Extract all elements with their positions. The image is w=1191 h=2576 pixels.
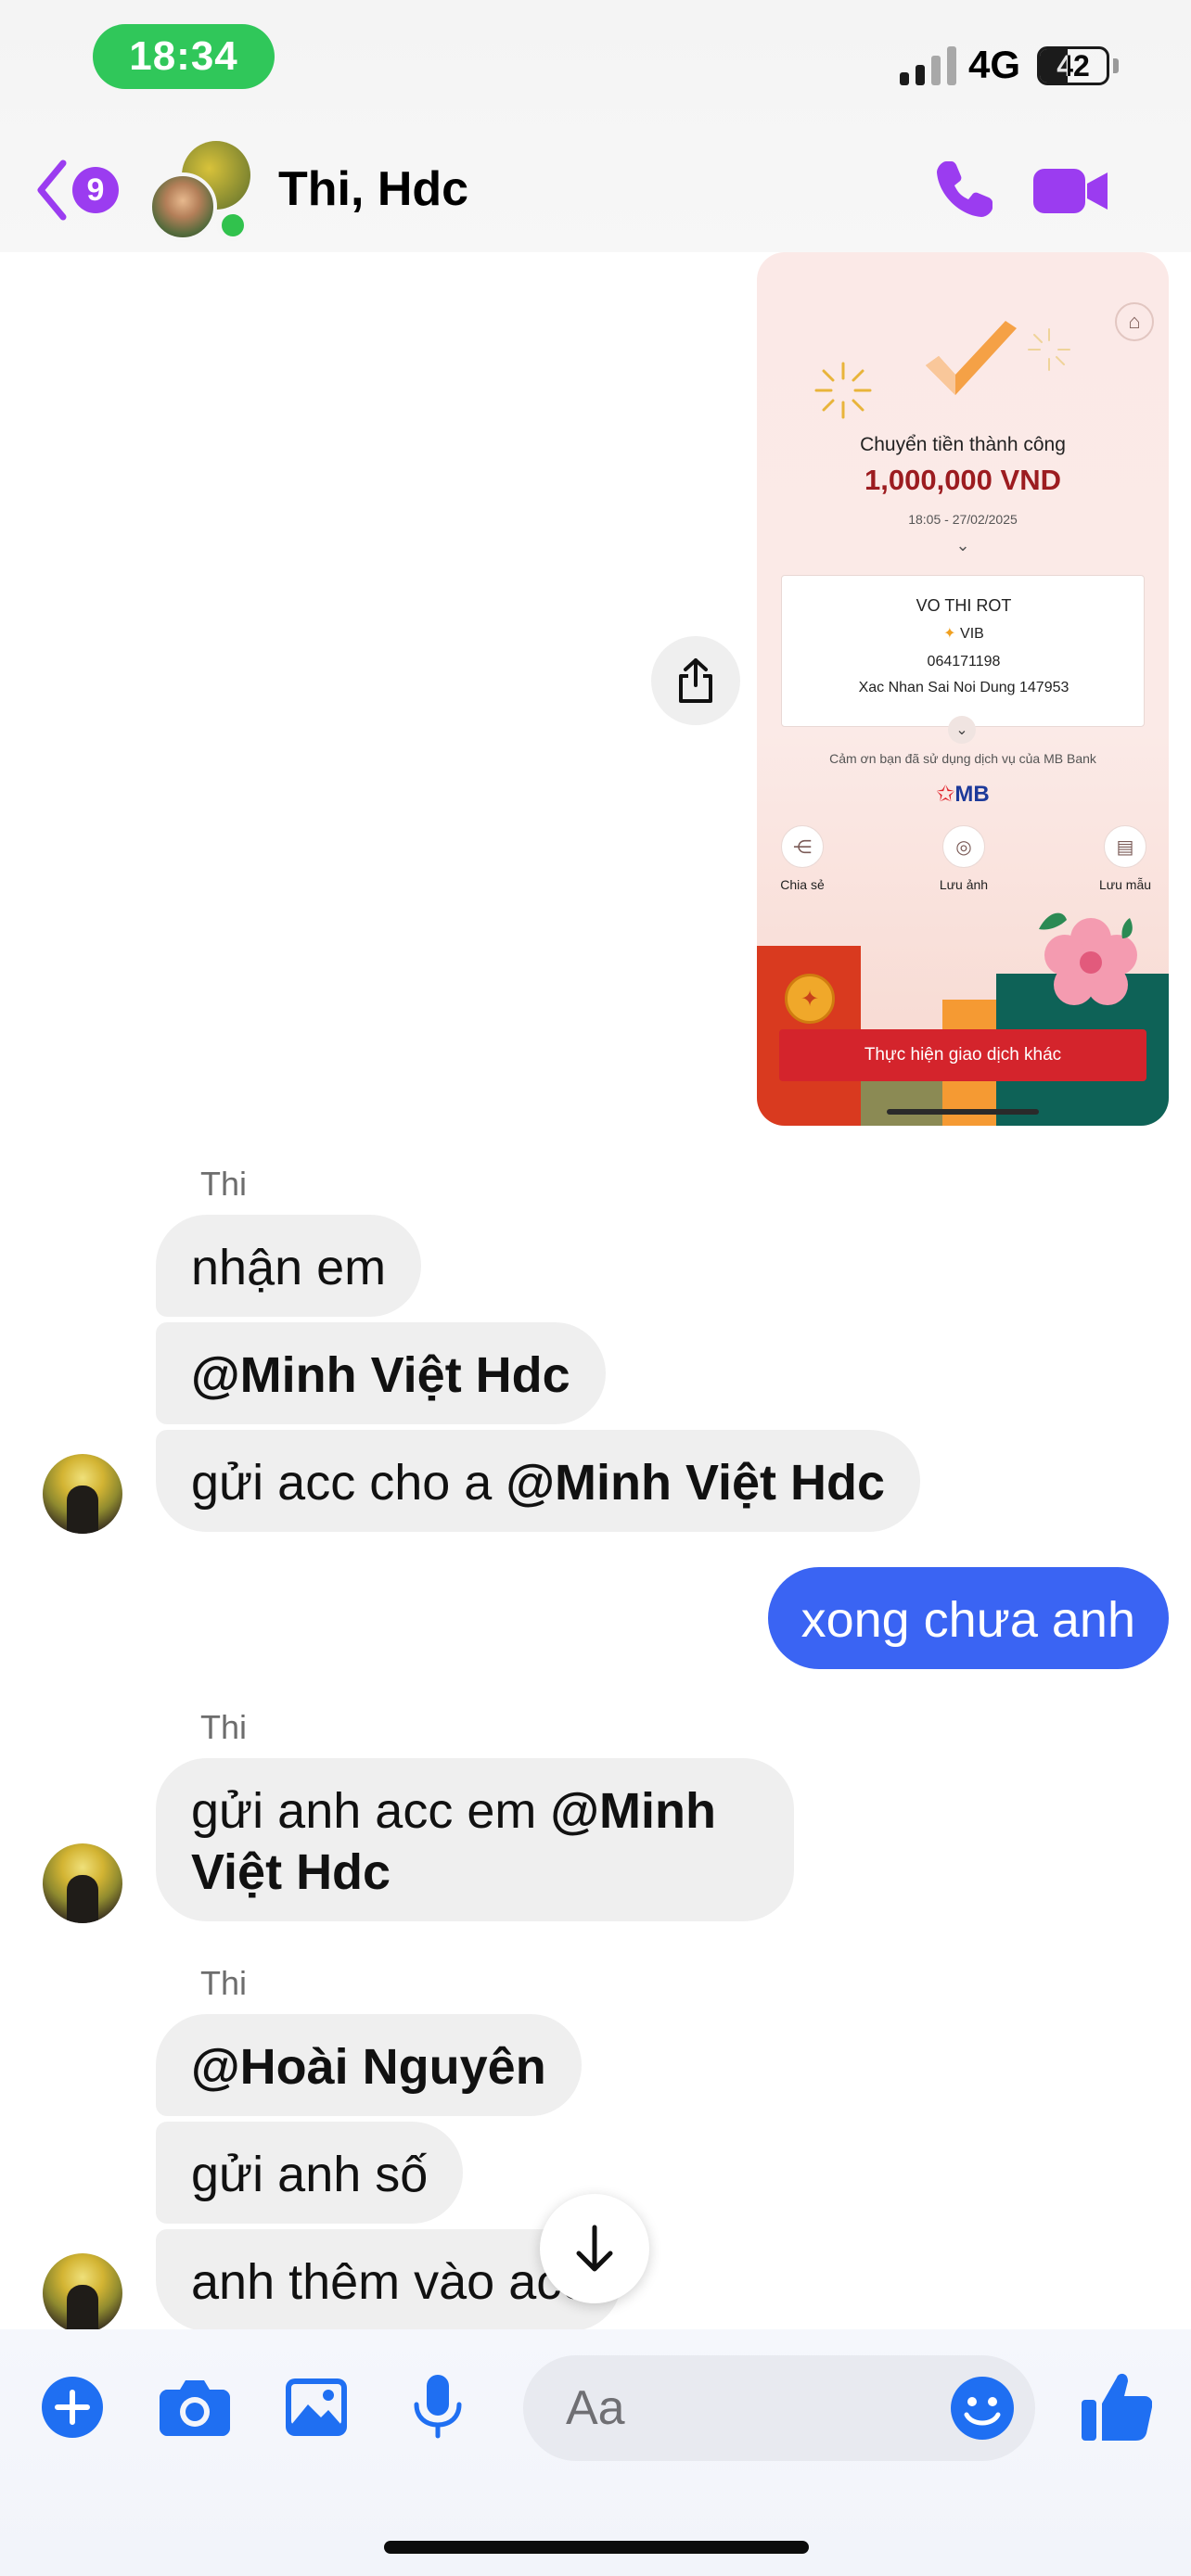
arrow-down-icon [576, 2225, 613, 2272]
unread-badge[interactable]: 9 [72, 167, 119, 213]
group-avatar-secondary[interactable] [148, 172, 217, 241]
star-icon: ✩ [936, 782, 955, 807]
thanks-text: Cảm ơn bạn đã sử dụng dịch vụ của MB Ban… [829, 751, 1096, 766]
success-check-icon [926, 321, 1017, 395]
signal-icon [900, 46, 956, 85]
battery-tip [1113, 58, 1119, 73]
firework-decoration [814, 362, 872, 419]
message-bubble[interactable]: gửi anh acc em @Minh Việt Hdc [156, 1758, 794, 1921]
message-text: gửi acc cho a [191, 1455, 506, 1511]
gallery-icon [286, 2378, 347, 2436]
message-text: gửi anh acc em [191, 1783, 551, 1839]
network-label: 4G [968, 43, 1021, 86]
recipient-name: VO THI ROT [916, 596, 1012, 615]
camera-icon [160, 2380, 230, 2436]
receipt-datetime: 18:05 - 27/02/2025 [908, 512, 1018, 527]
share-action: ⋲ Chia sẻ [761, 825, 844, 892]
scroll-to-bottom-button[interactable] [540, 2194, 649, 2303]
message-text: xong chưa anh [800, 1592, 1135, 1648]
recipient-account: 064171198 [927, 654, 1001, 670]
message-bubble[interactable]: nhận em [156, 1215, 422, 1317]
sender-avatar[interactable] [43, 1843, 122, 1923]
home-icon: ⌂ [1115, 302, 1154, 341]
phone-icon[interactable] [933, 158, 996, 221]
new-transaction-button: Thực hiện giao dịch khác [779, 1029, 1146, 1081]
message-bubble[interactable]: gửi anh số [156, 2122, 464, 2224]
transfer-receipt-image[interactable]: ⌂ Chuyển tiền thành công 1,000,000 VND 1… [757, 252, 1169, 1126]
transfer-note: Xac Nhan Sai Noi Dung 147953 [858, 680, 1069, 695]
firework-decoration-small [1028, 328, 1070, 371]
online-status-dot [217, 210, 249, 241]
chat-title[interactable]: Thi, Hdc [278, 161, 468, 217]
message-text: anh thêm vào acc [191, 2254, 587, 2310]
message-bubble[interactable]: @Minh Việt Hdc [156, 1322, 606, 1424]
receipt-amount: 1,000,000 VND [864, 464, 1061, 496]
coin-decoration: ✦ [785, 974, 835, 1024]
emoji-icon[interactable] [950, 2376, 1015, 2441]
share-button[interactable] [651, 636, 740, 725]
card-expand-icon: ⌄ [948, 716, 976, 744]
save-image-action: ◎ Lưu ảnh [922, 825, 1005, 892]
microphone-button[interactable] [412, 2372, 464, 2442]
mention[interactable]: @Minh Việt Hdc [506, 1455, 885, 1511]
receipt-title: Chuyển tiền thành công [860, 434, 1066, 455]
recipient-card: VO THI ROT ✦ VIB 064171198 Xac Nhan Sai … [781, 575, 1145, 727]
status-time: 18:34 [93, 24, 275, 89]
message-input-placeholder: Aa [566, 2381, 625, 2435]
share-icon [679, 658, 712, 703]
battery-icon: 42 [1037, 46, 1109, 85]
expand-chevron-icon: ⌄ [955, 536, 970, 555]
camera-small-icon: ◎ [942, 825, 985, 868]
home-indicator [384, 2541, 809, 2554]
gallery-button[interactable] [284, 2372, 349, 2442]
message-bubble[interactable]: gửi acc cho a @Minh Việt Hdc [156, 1430, 921, 1532]
camera-button[interactable] [158, 2372, 232, 2442]
microphone-icon [414, 2375, 462, 2439]
message-text: gửi anh số [191, 2147, 429, 2202]
share-action-label: Chia sẻ [780, 877, 825, 892]
thumbs-up-icon[interactable] [1082, 2368, 1152, 2442]
plus-icon [42, 2377, 103, 2438]
sender-name: Thi [200, 1165, 248, 1203]
save-template-label: Lưu mẫu [1098, 877, 1152, 892]
battery-level: 42 [1057, 48, 1090, 83]
sender-name: Thi [200, 1964, 248, 2002]
outgoing-message-bubble[interactable]: xong chưa anh [767, 1567, 1169, 1669]
chevron-left-icon[interactable] [33, 158, 70, 223]
message-bubble[interactable]: @Hoài Nguyên [156, 2014, 582, 2116]
sender-avatar[interactable] [43, 2253, 122, 2333]
mention[interactable]: @Hoài Nguyên [191, 2039, 546, 2095]
recipient-bank: ✦ VIB [782, 624, 1146, 643]
message-text: nhận em [191, 1240, 387, 1295]
document-icon: ▤ [1104, 825, 1146, 868]
receipt-home-indicator [887, 1109, 1039, 1115]
bank-name: VIB [960, 626, 984, 642]
save-template-action: ▤ Lưu mẫu [1083, 825, 1167, 892]
video-camera-icon[interactable] [1033, 165, 1109, 217]
plus-button[interactable] [39, 2372, 106, 2442]
flower-decoration [1039, 912, 1137, 1005]
save-image-label: Lưu ảnh [939, 877, 989, 892]
share-node-icon: ⋲ [781, 825, 824, 868]
mention[interactable]: @Minh Việt Hdc [191, 1347, 570, 1403]
sender-avatar[interactable] [43, 1454, 122, 1534]
bank-logo-icon: ✦ [943, 626, 956, 642]
mb-bank-logo: ✩MB [936, 782, 990, 807]
sender-name: Thi [200, 1708, 248, 1746]
